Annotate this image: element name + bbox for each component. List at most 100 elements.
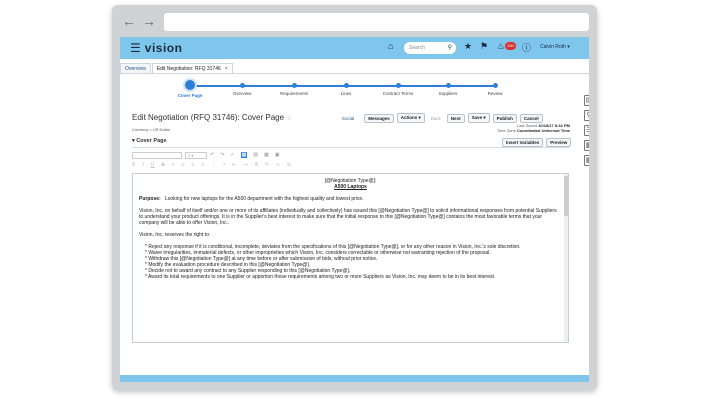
highlight-icon[interactable]: ✎	[265, 162, 269, 168]
save-button[interactable]: Save ▾	[467, 113, 490, 123]
font-size-select[interactable]: 2 ▾	[185, 151, 207, 159]
browser-chrome: ← →	[112, 5, 597, 37]
editor-paragraph: Vision, Inc. reserves the right to:	[139, 232, 211, 238]
tab-label: Overview	[125, 66, 146, 72]
editor-paragraph: Vision, Inc. on behalf of itself and/or …	[139, 208, 557, 226]
train-label: Cover Page	[177, 93, 203, 98]
text-color-icon[interactable]: A	[255, 162, 258, 168]
chart-panel-icon[interactable]: ▩	[583, 140, 589, 151]
document-tabs: Overview Edit Negotiation: RFQ 31746 ×	[120, 63, 234, 73]
train-label: Review	[487, 91, 503, 96]
purpose-line: Purpose: Looking for new laptops for the…	[139, 196, 562, 202]
bulleted-list-icon[interactable]: •	[223, 162, 225, 168]
source-mode-icon[interactable]: ▧	[253, 152, 258, 158]
insert-variables-button[interactable]: Insert Variables	[502, 138, 544, 147]
search-placeholder: Search	[409, 45, 425, 51]
forward-arrow-icon[interactable]: →	[142, 14, 156, 28]
purpose-label: Purpose:	[139, 196, 161, 202]
calendar-panel-icon[interactable]: ▦	[583, 155, 589, 166]
section-divider	[132, 147, 569, 148]
currency-label: Currency = US Dollar	[132, 127, 170, 132]
outdent-icon[interactable]: ⇤	[232, 162, 236, 168]
train-label: Lines	[340, 91, 352, 96]
train-stop-cover-page[interactable]: Cover Page	[160, 80, 220, 98]
tab-divider	[120, 73, 589, 74]
link-icon[interactable]: ∞	[276, 162, 280, 168]
align-right-icon[interactable]: ≡	[192, 162, 195, 168]
rich-text-mode-icon[interactable]: ▦	[240, 152, 248, 158]
list-panel-icon[interactable]: ☰	[583, 125, 589, 136]
editor-scrollbar[interactable]	[564, 174, 568, 342]
favorites-star-icon[interactable]: ★	[464, 41, 472, 52]
scrollbar-thumb[interactable]	[564, 176, 568, 216]
publish-button[interactable]: Publish	[492, 113, 517, 123]
next-button[interactable]: Next	[446, 113, 465, 123]
search-panel-icon[interactable]: ⚲	[583, 110, 589, 121]
social-link[interactable]: Social	[342, 116, 354, 121]
train-label: Overview	[232, 91, 252, 96]
purpose-text: Looking for new laptops for the A500 dep…	[164, 196, 364, 202]
strikethrough-icon[interactable]: S	[161, 162, 164, 168]
font-select[interactable]	[132, 151, 182, 159]
train-stop-review[interactable]: Review	[465, 80, 525, 96]
section-buttons: Insert Variables Preview	[502, 138, 574, 147]
address-bar[interactable]	[164, 13, 589, 31]
indent-icon[interactable]: ⇥	[243, 162, 247, 168]
help-icon[interactable]: ⓘ	[522, 41, 531, 54]
cancel-button[interactable]: Cancel	[519, 113, 543, 123]
tab-overview[interactable]: Overview	[120, 63, 151, 73]
align-center-icon[interactable]: ≡	[182, 162, 185, 168]
train-dot	[343, 83, 349, 88]
train-dot	[445, 83, 451, 88]
editor-toolbar: 2 ▾ ↶ ↷ ✓ ▦ ▧ ▩ ▣	[132, 150, 569, 160]
numbered-list-icon[interactable]: ⋮	[211, 162, 216, 168]
train-stop-overview[interactable]: Overview	[212, 80, 272, 96]
preview-button[interactable]: Preview	[546, 138, 572, 147]
menu-icon[interactable]: ☰	[130, 41, 141, 55]
bold-icon[interactable]: B	[132, 162, 135, 168]
editor-heading-title: A500 Laptops	[334, 184, 367, 190]
actions-menu-button[interactable]: Actions ▾	[396, 113, 425, 123]
notification-badge: 130	[505, 42, 516, 50]
redo-icon[interactable]: ↷	[220, 152, 224, 158]
table-icon[interactable]: ▩	[264, 152, 269, 158]
page-actions: Social Messages Actions ▾ Back Next Save…	[342, 113, 546, 123]
back-arrow-icon[interactable]: ←	[122, 14, 136, 28]
page-title: Edit Negotiation (RFQ 31746): Cover Page…	[132, 113, 293, 122]
train-stop-requirements[interactable]: Requirements	[264, 80, 324, 96]
align-left-icon[interactable]: ≡	[172, 162, 175, 168]
document-icon[interactable]: ▤	[583, 95, 589, 106]
unlink-icon[interactable]: ⊘	[287, 162, 291, 168]
notifications-bell-icon[interactable]: ♨	[497, 41, 505, 52]
search-input[interactable]: Search ⚲	[404, 42, 456, 54]
user-name: Calvin Roth	[540, 44, 566, 50]
close-tab-icon[interactable]: ×	[225, 66, 228, 72]
undo-icon[interactable]: ↶	[210, 152, 214, 158]
last-saved-info: Last Saved 10/18/17 8:32 PM Time Zone Co…	[482, 123, 570, 133]
tab-edit-negotiation[interactable]: Edit Negotiation: RFQ 31746 ×	[151, 63, 233, 73]
image-icon[interactable]: ▣	[275, 152, 280, 158]
underline-icon[interactable]: U	[151, 162, 155, 168]
train-dot	[291, 83, 297, 88]
messages-button[interactable]: Messages	[364, 113, 394, 123]
brush-icon[interactable]: ✓	[230, 152, 234, 158]
user-menu[interactable]: Calvin Roth ▾	[540, 44, 570, 50]
rich-text-editor[interactable]: [@Negotiation Type@]: A500 Laptops Purpo…	[132, 173, 569, 343]
list-item: * Award its total requirements to one Su…	[145, 274, 496, 280]
page-title-text: Edit Negotiation (RFQ 31746): Cover Page	[132, 113, 285, 122]
justify-icon[interactable]: ≡	[201, 162, 204, 168]
train-label: Requirements	[279, 91, 308, 96]
train-stop-lines[interactable]: Lines	[316, 80, 376, 96]
search-icon[interactable]: ⚲	[448, 42, 452, 54]
section-header[interactable]: ▾ Cover Page	[132, 138, 167, 144]
flag-icon[interactable]: ⚑	[480, 41, 488, 52]
app-header: ☰ vision ⌂ Search ⚲ ★ ⚑ ♨ 130 ⓘ Calvin R…	[120, 37, 589, 59]
time-zone-label: Time Zone	[496, 128, 516, 133]
back-button[interactable]: Back	[428, 115, 444, 122]
home-icon[interactable]: ⌂	[388, 41, 393, 51]
italic-icon[interactable]: I	[142, 162, 143, 168]
browser-window: ← → ☰ vision ⌂ Search ⚲ ★ ⚑ ♨ 130 ⓘ Calv…	[112, 5, 597, 390]
right-panel-rail: ▤ ⚲ ☰ ▩ ▦	[582, 95, 589, 170]
favorite-star-icon[interactable]: ☆	[286, 115, 292, 122]
time-zone-value: Coordinated Universal Time	[516, 128, 570, 133]
